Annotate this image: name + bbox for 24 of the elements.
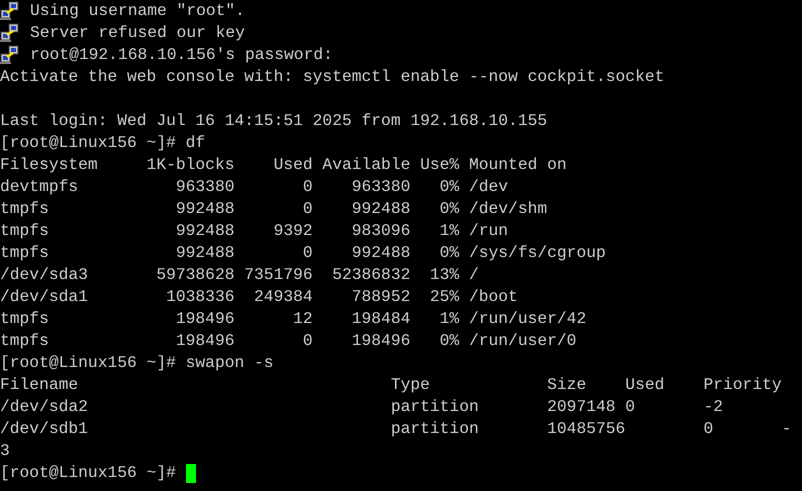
shell-prompt: [root@Linux156 ~]# bbox=[0, 462, 176, 484]
terminal-line: 3 bbox=[0, 440, 10, 462]
computers-icon bbox=[0, 45, 20, 65]
terminal-line: tmpfs 992488 0 992488 0% /dev/shm bbox=[0, 198, 548, 220]
terminal-line: Activate the web console with: systemctl enable --now cockpit.socket bbox=[0, 66, 664, 88]
terminal-line: /dev/sdb1 partition 10485756 0 - bbox=[0, 418, 792, 440]
terminal-line: [root@Linux156 ~]# swapon -s bbox=[0, 352, 274, 374]
terminal-line: root@192.168.10.156's password: bbox=[30, 44, 333, 66]
terminal-line: Using username "root". bbox=[30, 0, 245, 22]
terminal-line: /dev/sda3 59738628 7351796 52386832 13% / bbox=[0, 264, 479, 286]
terminal-line: tmpfs 992488 0 992488 0% /sys/fs/cgroup bbox=[0, 242, 606, 264]
terminal-line: Server refused our key bbox=[30, 22, 245, 44]
terminal-line: Filesystem 1K-blocks Used Available Use% Mounted on bbox=[0, 154, 567, 176]
terminal-line: devtmpfs 963380 0 963380 0% /dev bbox=[0, 176, 508, 198]
terminal-line: Last login: Wed Jul 16 14:15:51 2025 from 192.168.10.155 bbox=[0, 110, 548, 132]
terminal-line: /dev/sda2 partition 2097148 0 -2 bbox=[0, 396, 724, 418]
terminal-line: tmpfs 198496 12 198484 1% /run/user/42 bbox=[0, 308, 586, 330]
terminal-line: tmpfs 198496 0 198496 0% /run/user/0 bbox=[0, 330, 576, 352]
terminal-line: [root@Linux156 ~]# df bbox=[0, 132, 206, 154]
terminal-line: /dev/sda1 1038336 249384 788952 25% /boot bbox=[0, 286, 518, 308]
computers-icon bbox=[0, 23, 20, 43]
terminal-line: tmpfs 992488 9392 983096 1% /run bbox=[0, 220, 508, 242]
terminal-line: Filename Type Size Used Priority bbox=[0, 374, 782, 396]
computers-icon bbox=[0, 1, 20, 21]
